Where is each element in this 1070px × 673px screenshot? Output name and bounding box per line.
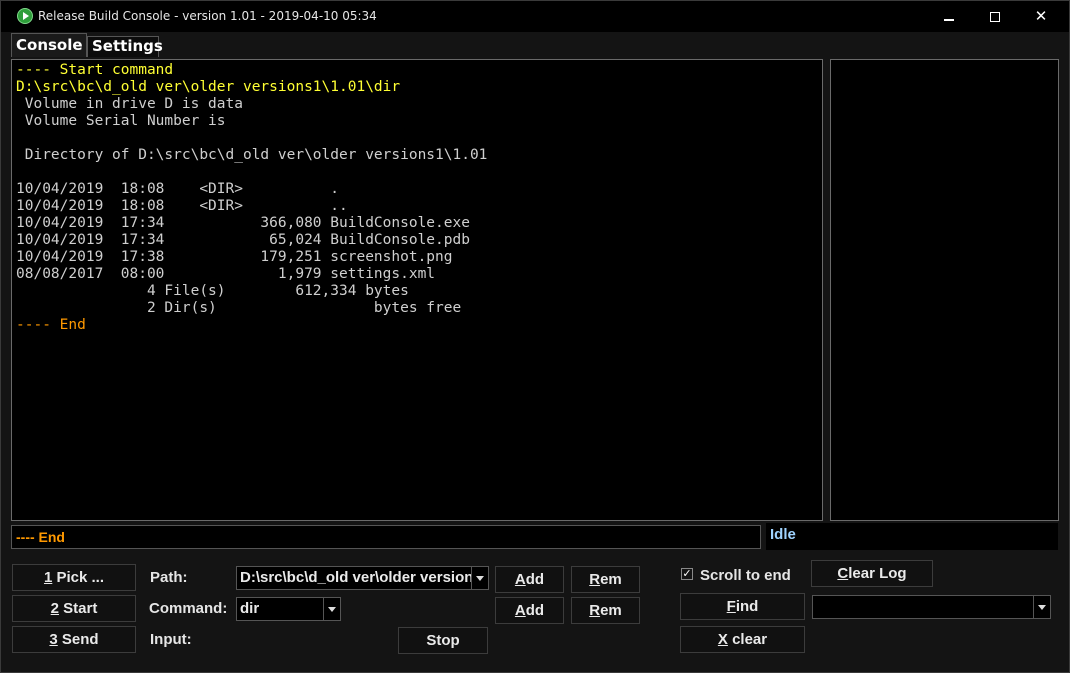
x-clear-hotkey: X xyxy=(717,631,728,648)
x-clear-button[interactable]: X clear xyxy=(680,626,805,653)
console-line: 10/04/2019 18:08 <DIR> .. xyxy=(16,198,348,214)
find-button[interactable]: Find xyxy=(680,593,805,620)
console-text: ---- Start command D:\src\bc\d_old ver\o… xyxy=(12,60,822,336)
close-icon: ✕ xyxy=(1034,8,1048,25)
minimize-icon xyxy=(944,19,954,22)
send-hotkey: 3 xyxy=(49,631,58,648)
add-command-hotkey: A xyxy=(514,602,526,619)
pick-label: Pick ... xyxy=(52,569,105,586)
rem-command-hotkey: R xyxy=(589,602,601,619)
console-line: 2 Dir(s) bytes free xyxy=(16,300,462,316)
find-label: ind xyxy=(735,598,759,615)
play-circle-icon xyxy=(17,8,33,24)
console-line: Directory of D:\src\bc\d_old ver\older v… xyxy=(16,147,488,163)
console-line: 08/08/2017 08:00 1,979 settings.xml xyxy=(16,266,436,282)
tab-settings[interactable]: Settings xyxy=(87,36,163,57)
start-button[interactable]: 2 Start xyxy=(12,595,136,622)
clear-log-label: lear Log xyxy=(848,565,907,582)
clear-log-button[interactable]: Clear Log xyxy=(811,560,933,587)
maximize-icon xyxy=(990,12,1000,23)
send-button[interactable]: 3 Send xyxy=(12,626,136,653)
rem-path-button[interactable]: Rem xyxy=(571,566,640,593)
state-status: Idle xyxy=(766,523,1058,550)
tab-console[interactable]: Console xyxy=(11,33,87,57)
console-output[interactable]: ---- Start command D:\src\bc\d_old ver\o… xyxy=(11,59,823,521)
command-value: dir xyxy=(240,600,260,617)
console-line: 10/04/2019 17:34 366,080 BuildConsole.ex… xyxy=(16,215,470,231)
console-line: Volume Serial Number is xyxy=(16,113,226,129)
scroll-to-end-checkbox[interactable]: ✓ xyxy=(681,568,693,580)
chevron-down-icon[interactable] xyxy=(471,567,488,589)
window-title: Release Build Console - version 1.01 - 2… xyxy=(38,9,377,23)
rem-command-label: em xyxy=(600,602,622,619)
chevron-down-icon[interactable] xyxy=(1033,596,1050,618)
rem-path-label: em xyxy=(600,571,622,588)
scroll-to-end-label[interactable]: Scroll to end xyxy=(700,567,791,584)
add-path-hotkey: A xyxy=(514,571,526,588)
find-input[interactable] xyxy=(812,595,1051,619)
last-line-status: ---- End xyxy=(11,525,761,549)
chevron-down-icon[interactable] xyxy=(323,598,340,620)
send-label: Send xyxy=(57,631,99,648)
rem-path-hotkey: R xyxy=(589,571,601,588)
start-hotkey: 2 xyxy=(50,600,59,617)
command-combo[interactable]: dir xyxy=(236,597,341,621)
console-line: Volume in drive D is data xyxy=(16,96,243,112)
rem-command-button[interactable]: Rem xyxy=(571,597,640,624)
title-bar[interactable]: Release Build Console - version 1.01 - 2… xyxy=(1,1,1069,32)
add-command-label: dd xyxy=(525,602,545,619)
command-label: Command: xyxy=(149,600,228,617)
console-line: ---- End xyxy=(16,317,86,333)
path-value: D:\src\bc\d_old ver\older versions1\1.01 xyxy=(240,569,488,586)
path-label: Path: xyxy=(150,569,188,586)
maximize-button[interactable] xyxy=(972,1,1018,32)
console-line: D:\src\bc\d_old ver\older versions1\1.01… xyxy=(16,79,401,95)
add-command-button[interactable]: Add xyxy=(495,597,564,624)
console-line: 10/04/2019 18:08 <DIR> . xyxy=(16,181,340,197)
stop-button[interactable]: Stop xyxy=(398,627,488,654)
side-panel[interactable] xyxy=(830,59,1059,521)
path-combo[interactable]: D:\src\bc\d_old ver\older versions1\1.01 xyxy=(236,566,489,590)
pick-button[interactable]: 1 Pick ... xyxy=(12,564,136,591)
start-label: Start xyxy=(59,600,98,617)
close-button[interactable]: ✕ xyxy=(1018,1,1064,32)
minimize-button[interactable] xyxy=(926,1,972,32)
input-label: Input: xyxy=(150,631,192,648)
x-clear-label: clear xyxy=(727,631,768,648)
add-path-button[interactable]: Add xyxy=(495,566,564,593)
console-line: 4 File(s) 612,334 bytes xyxy=(16,283,409,299)
console-line: ---- Start command xyxy=(16,62,174,78)
app-window: Release Build Console - version 1.01 - 2… xyxy=(0,0,1070,673)
console-line: 10/04/2019 17:34 65,024 BuildConsole.pdb xyxy=(16,232,470,248)
console-line: 10/04/2019 17:38 179,251 screenshot.png xyxy=(16,249,453,265)
clear-log-hotkey: C xyxy=(837,565,849,582)
find-hotkey: F xyxy=(726,598,736,615)
add-path-label: dd xyxy=(525,571,545,588)
